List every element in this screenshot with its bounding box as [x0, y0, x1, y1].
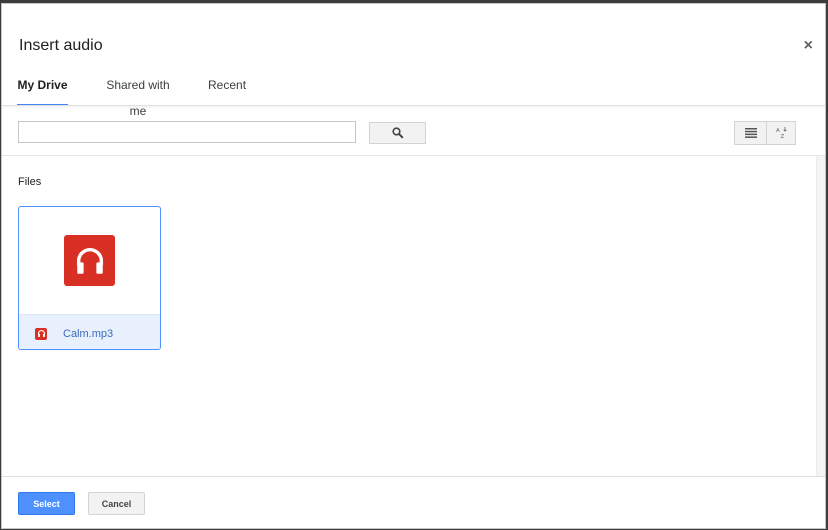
- file-browser: Files Calm.mp3: [2, 156, 818, 476]
- svg-text:A: A: [776, 128, 780, 134]
- tab-recent[interactable]: Recent: [208, 72, 246, 106]
- cancel-button[interactable]: Cancel: [88, 492, 145, 515]
- svg-text:Z: Z: [781, 134, 785, 140]
- tab-shared-with-me[interactable]: Shared with me: [98, 72, 178, 118]
- headphones-icon: [64, 235, 115, 286]
- list-view-button[interactable]: [735, 122, 766, 144]
- file-thumbnail: [19, 207, 160, 314]
- section-label-files: Files: [18, 176, 42, 188]
- audio-file-icon: [35, 327, 47, 340]
- dialog-title: Insert audio: [19, 37, 103, 54]
- select-button[interactable]: Select: [18, 492, 75, 515]
- search-button[interactable]: [369, 122, 426, 144]
- view-options: A Z: [734, 121, 796, 145]
- insert-audio-dialog: Insert audio × My Drive Shared with me R…: [1, 3, 826, 529]
- tab-divider: [2, 105, 825, 106]
- tab-my-drive[interactable]: My Drive: [17, 72, 68, 106]
- sort-az-icon: A Z: [776, 127, 787, 140]
- scrollbar[interactable]: [816, 156, 825, 476]
- footer-divider: [2, 476, 825, 477]
- file-name: Calm.mp3: [63, 327, 114, 340]
- sort-button[interactable]: A Z: [766, 122, 795, 144]
- tab-bar: My Drive Shared with me Recent: [2, 72, 825, 118]
- search-input[interactable]: [18, 121, 356, 143]
- close-button[interactable]: ×: [804, 38, 813, 54]
- file-card[interactable]: Calm.mp3: [18, 206, 161, 350]
- file-footer: Calm.mp3: [19, 314, 160, 349]
- search-icon: [391, 127, 404, 139]
- list-view-icon: [744, 128, 757, 138]
